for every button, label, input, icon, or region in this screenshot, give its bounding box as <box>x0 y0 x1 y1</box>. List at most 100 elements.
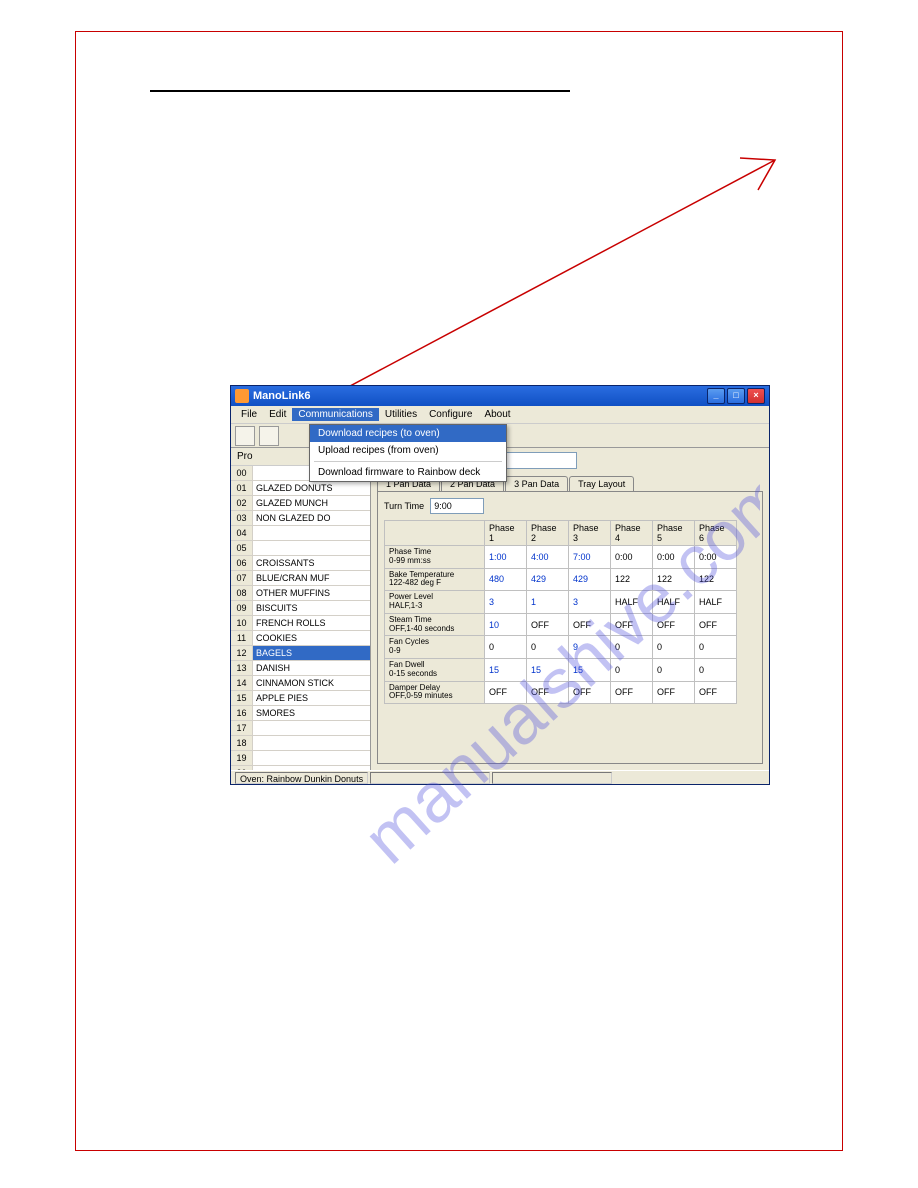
menu-communications[interactable]: Communications <box>292 408 378 421</box>
menu-edit[interactable]: Edit <box>263 408 292 421</box>
phase-cell[interactable]: 7:00 <box>569 546 611 569</box>
close-button[interactable]: × <box>747 388 765 404</box>
phase-cell[interactable]: 0:00 <box>611 546 653 569</box>
phase-cell[interactable]: OFF <box>569 613 611 636</box>
recipe-name-cell[interactable]: BISCUITS <box>253 601 370 615</box>
phase-cell[interactable]: OFF <box>611 681 653 704</box>
phase-cell[interactable]: 0 <box>695 658 737 681</box>
phase-cell[interactable]: 429 <box>569 568 611 591</box>
phase-cell[interactable]: 3 <box>569 591 611 614</box>
recipe-row[interactable]: 03NON GLAZED DO <box>231 511 370 526</box>
phase-cell[interactable]: 0 <box>653 658 695 681</box>
toolbar-button-new[interactable] <box>235 426 255 446</box>
recipe-name-cell[interactable]: BAGELS <box>253 646 370 660</box>
recipe-name-cell[interactable] <box>253 721 370 735</box>
recipe-row[interactable]: 04 <box>231 526 370 541</box>
phase-cell[interactable]: OFF <box>527 681 569 704</box>
phase-cell[interactable]: OFF <box>527 613 569 636</box>
phase-cell[interactable]: 3 <box>485 591 527 614</box>
dropdown-download-firmware[interactable]: Download firmware to Rainbow deck <box>310 464 506 481</box>
recipe-name-cell[interactable]: BLUE/CRAN MUF <box>253 571 370 585</box>
recipe-name-cell[interactable]: GLAZED MUNCH <box>253 496 370 510</box>
phase-cell[interactable]: 9 <box>569 636 611 659</box>
recipe-row[interactable]: 16SMORES <box>231 706 370 721</box>
phase-cell[interactable]: 122 <box>653 568 695 591</box>
phase-cell[interactable]: 15 <box>527 658 569 681</box>
phase-cell[interactable]: 0 <box>611 636 653 659</box>
phase-cell[interactable]: OFF <box>653 681 695 704</box>
menu-file[interactable]: File <box>235 408 263 421</box>
phase-cell[interactable]: HALF <box>611 591 653 614</box>
recipe-row[interactable]: 10FRENCH ROLLS <box>231 616 370 631</box>
toolbar-button-open[interactable] <box>259 426 279 446</box>
recipe-name-cell[interactable]: SMORES <box>253 706 370 720</box>
dropdown-download-recipes[interactable]: Download recipes (to oven) <box>310 425 506 442</box>
tab-3-pan-data[interactable]: 3 Pan Data <box>505 476 568 491</box>
phase-cell[interactable]: 15 <box>485 658 527 681</box>
phase-cell[interactable]: HALF <box>695 591 737 614</box>
recipe-row[interactable]: 14CINNAMON STICK <box>231 676 370 691</box>
phase-cell[interactable]: HALF <box>653 591 695 614</box>
phase-cell[interactable]: OFF <box>695 681 737 704</box>
phase-cell[interactable]: 1:00 <box>485 546 527 569</box>
recipe-row[interactable]: 12BAGELS <box>231 646 370 661</box>
recipe-name-cell[interactable] <box>253 751 370 765</box>
menu-utilities[interactable]: Utilities <box>379 408 423 421</box>
recipe-row[interactable]: 06CROISSANTS <box>231 556 370 571</box>
phase-cell[interactable]: 15 <box>569 658 611 681</box>
recipe-row[interactable]: 05 <box>231 541 370 556</box>
recipe-name-cell[interactable]: APPLE PIES <box>253 691 370 705</box>
tab-tray-layout[interactable]: Tray Layout <box>569 476 634 491</box>
menu-about[interactable]: About <box>478 408 516 421</box>
turn-time-input[interactable] <box>430 498 484 514</box>
recipe-row[interactable]: 20 <box>231 766 370 770</box>
minimize-button[interactable]: _ <box>707 388 725 404</box>
recipe-name-cell[interactable] <box>253 526 370 540</box>
recipe-list[interactable]: 0001GLAZED DONUTS02GLAZED MUNCH03NON GLA… <box>231 466 370 770</box>
titlebar[interactable]: ManoLink6 _ □ × <box>231 386 769 406</box>
phase-cell[interactable]: OFF <box>485 681 527 704</box>
dropdown-upload-recipes[interactable]: Upload recipes (from oven) <box>310 442 506 459</box>
phase-cell[interactable]: 10 <box>485 613 527 636</box>
phase-cell[interactable]: OFF <box>653 613 695 636</box>
recipe-row[interactable]: 13DANISH <box>231 661 370 676</box>
recipe-name-cell[interactable] <box>253 736 370 750</box>
phase-cell[interactable]: OFF <box>611 613 653 636</box>
recipe-name-cell[interactable]: DANISH <box>253 661 370 675</box>
phase-cell[interactable]: 122 <box>611 568 653 591</box>
recipe-name-cell[interactable]: OTHER MUFFINS <box>253 586 370 600</box>
recipe-row[interactable]: 02GLAZED MUNCH <box>231 496 370 511</box>
phase-cell[interactable]: 480 <box>485 568 527 591</box>
phase-cell[interactable]: 0 <box>485 636 527 659</box>
recipe-name-cell[interactable]: CINNAMON STICK <box>253 676 370 690</box>
recipe-row[interactable]: 17 <box>231 721 370 736</box>
recipe-name-cell[interactable] <box>253 766 370 770</box>
recipe-name-cell[interactable]: FRENCH ROLLS <box>253 616 370 630</box>
phase-cell[interactable]: 429 <box>527 568 569 591</box>
phase-cell[interactable]: 0:00 <box>695 546 737 569</box>
recipe-row[interactable]: 19 <box>231 751 370 766</box>
phase-cell[interactable]: 122 <box>695 568 737 591</box>
recipe-name-cell[interactable]: COOKIES <box>253 631 370 645</box>
phase-cell[interactable]: 0 <box>653 636 695 659</box>
phase-cell[interactable]: 0:00 <box>653 546 695 569</box>
recipe-name-cell[interactable] <box>253 541 370 555</box>
recipe-row[interactable]: 08OTHER MUFFINS <box>231 586 370 601</box>
phase-cell[interactable]: 1 <box>527 591 569 614</box>
recipe-row[interactable]: 09BISCUITS <box>231 601 370 616</box>
maximize-button[interactable]: □ <box>727 388 745 404</box>
phase-cell[interactable]: 4:00 <box>527 546 569 569</box>
phase-cell[interactable]: OFF <box>569 681 611 704</box>
phase-cell[interactable]: 0 <box>695 636 737 659</box>
recipe-name-cell[interactable]: CROISSANTS <box>253 556 370 570</box>
recipe-name-cell[interactable]: GLAZED DONUTS <box>253 481 370 495</box>
recipe-row[interactable]: 18 <box>231 736 370 751</box>
recipe-row[interactable]: 15APPLE PIES <box>231 691 370 706</box>
menu-configure[interactable]: Configure <box>423 408 478 421</box>
recipe-row[interactable]: 01GLAZED DONUTS <box>231 481 370 496</box>
recipe-row[interactable]: 11COOKIES <box>231 631 370 646</box>
recipe-name-cell[interactable]: NON GLAZED DO <box>253 511 370 525</box>
recipe-row[interactable]: 07BLUE/CRAN MUF <box>231 571 370 586</box>
phase-cell[interactable]: 0 <box>611 658 653 681</box>
phase-cell[interactable]: 0 <box>527 636 569 659</box>
